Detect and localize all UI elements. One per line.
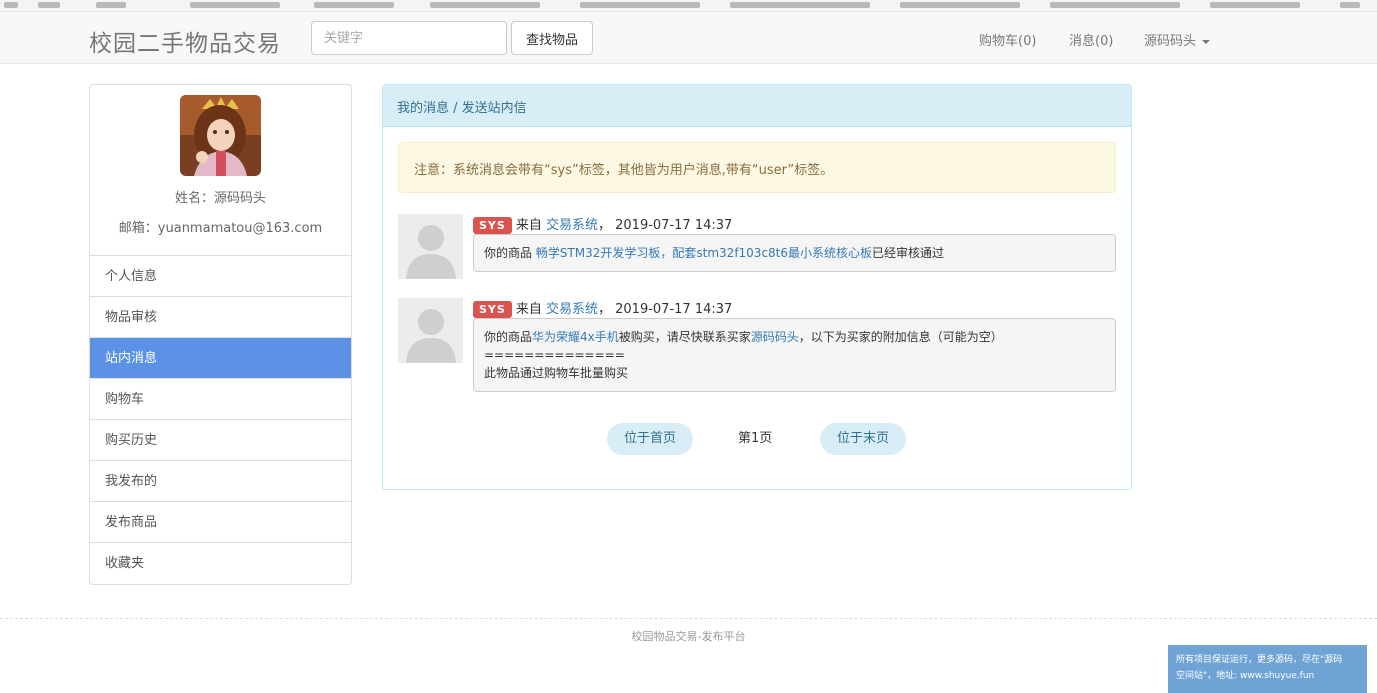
message-time: 2019-07-17 14:37 xyxy=(615,302,733,317)
message-header: SYS 来自 交易系统， 2019-07-17 14:37 xyxy=(473,298,732,318)
sidebar-item-messages[interactable]: 站内消息 xyxy=(90,338,351,379)
body-suffix: ，以下为买家的附加信息（可能为空） xyxy=(798,330,1003,344)
buyer-link[interactable]: 源码码头 xyxy=(751,330,799,344)
user-menu-dropdown[interactable]: 源码码头 xyxy=(1144,30,1211,49)
message-time: 2019-07-17 14:37 xyxy=(615,218,733,233)
first-page-button[interactable]: 位于首页 xyxy=(607,423,693,455)
from-prefix: 来自 xyxy=(515,302,542,317)
item-link[interactable]: 华为荣耀4x手机 xyxy=(532,330,619,344)
panel-heading: 我的消息 / 发送站内信 xyxy=(383,85,1131,127)
message-divider: ============== xyxy=(484,348,625,362)
sidebar-item-cart[interactable]: 购物车 xyxy=(90,379,351,420)
sidebar-item-publish[interactable]: 发布商品 xyxy=(90,502,351,543)
footer-text: 校园物品交易-发布平台 xyxy=(631,630,746,643)
user-placeholder-icon xyxy=(398,214,463,279)
item-link[interactable]: 畅学STM32开发学习板，配套stm32f103c8t6最小系统核心板 xyxy=(536,246,872,260)
watermark-line-2: 空间站"，地址: www.shuyue.fun xyxy=(1176,671,1315,681)
pagination: 位于首页 第1页 位于末页 xyxy=(383,423,1131,455)
messages-label: 消息( xyxy=(1069,34,1101,49)
user-menu-label: 源码码头 xyxy=(1144,34,1197,49)
watermark-banner: 所有项目保证运行，更多源码，尽在"源码 空间站"，地址: www.shuyue.… xyxy=(1168,645,1367,693)
top-navbar: 校园二手物品交易 查找物品 购物车(0) 消息(0) 源码码头 xyxy=(0,12,1377,64)
messages-close-paren: ) xyxy=(1108,34,1114,49)
cart-label: 购物车( xyxy=(979,34,1024,49)
browser-bookmarks-strip xyxy=(0,0,1377,12)
message-body: 你的商品 畅学STM32开发学习板，配套stm32f103c8t6最小系统核心板… xyxy=(473,234,1116,272)
sidebar-item-my-posts[interactable]: 我发布的 xyxy=(90,461,351,502)
body-mid: 被购买，请尽快联系买家 xyxy=(618,330,751,344)
current-page: 第1页 xyxy=(738,431,773,446)
cart-link[interactable]: 购物车(0) xyxy=(979,30,1036,49)
site-brand[interactable]: 校园二手物品交易 xyxy=(89,24,281,58)
notice-alert: 注意：系统消息会带有“sys”标签，其他皆为用户消息,带有“user”标签。 xyxy=(398,142,1116,193)
last-page-button[interactable]: 位于末页 xyxy=(820,423,906,455)
sidebar-item-favorites[interactable]: 收藏夹 xyxy=(90,543,351,584)
sidebar: 姓名：源码码头 邮箱：yuanmamatou@163.com 个人信息 物品审核… xyxy=(89,84,352,585)
sender-link[interactable]: 交易系统 xyxy=(546,302,598,317)
message-line: 你的商品华为荣耀4x手机被购买，请尽快联系买家源码码头，以下为买家的附加信息（可… xyxy=(484,328,1105,346)
profile-email: 邮箱：yuanmamatou@163.com xyxy=(118,221,323,236)
profile-name: 姓名：源码码头 xyxy=(174,191,266,206)
message-extra: 此物品通过购物车批量购买 xyxy=(484,366,629,380)
message-item: SYS 来自 交易系统， 2019-07-17 14:37 你的商品华为荣耀4x手… xyxy=(398,298,1116,393)
search-input[interactable] xyxy=(311,21,507,55)
message-body: 你的商品华为荣耀4x手机被购买，请尽快联系买家源码码头，以下为买家的附加信息（可… xyxy=(473,318,1116,392)
body-prefix: 你的商品 xyxy=(484,246,536,260)
watermark-line-1: 所有项目保证运行，更多源码，尽在"源码 xyxy=(1176,655,1343,665)
sidebar-item-profile[interactable]: 个人信息 xyxy=(90,256,351,297)
profile-card: 姓名：源码码头 邮箱：yuanmamatou@163.com xyxy=(90,85,351,256)
sidebar-item-review[interactable]: 物品审核 xyxy=(90,297,351,338)
cart-close-paren: ) xyxy=(1031,34,1037,49)
sys-badge: SYS xyxy=(473,301,512,318)
message-header: SYS 来自 交易系统， 2019-07-17 14:37 xyxy=(473,214,732,234)
messages-panel: 我的消息 / 发送站内信 注意：系统消息会带有“sys”标签，其他皆为用户消息,… xyxy=(382,84,1132,490)
messages-link[interactable]: 消息(0) xyxy=(1069,30,1113,49)
footer: 校园物品交易-发布平台 xyxy=(0,618,1377,644)
separator: ， xyxy=(597,302,611,317)
search-button[interactable]: 查找物品 xyxy=(511,21,593,55)
from-prefix: 来自 xyxy=(515,218,542,233)
sys-badge: SYS xyxy=(473,217,512,234)
body-suffix: 已经审核通过 xyxy=(872,246,945,260)
separator: ， xyxy=(597,218,611,233)
sidebar-item-purchase-history[interactable]: 购买历史 xyxy=(90,420,351,461)
body-prefix: 你的商品 xyxy=(484,330,533,344)
user-placeholder-icon xyxy=(398,298,463,363)
avatar xyxy=(180,95,261,176)
sender-link[interactable]: 交易系统 xyxy=(546,218,598,233)
caret-down-icon xyxy=(1202,39,1211,44)
message-item: SYS 来自 交易系统， 2019-07-17 14:37 你的商品 畅学STM3… xyxy=(398,214,1116,279)
